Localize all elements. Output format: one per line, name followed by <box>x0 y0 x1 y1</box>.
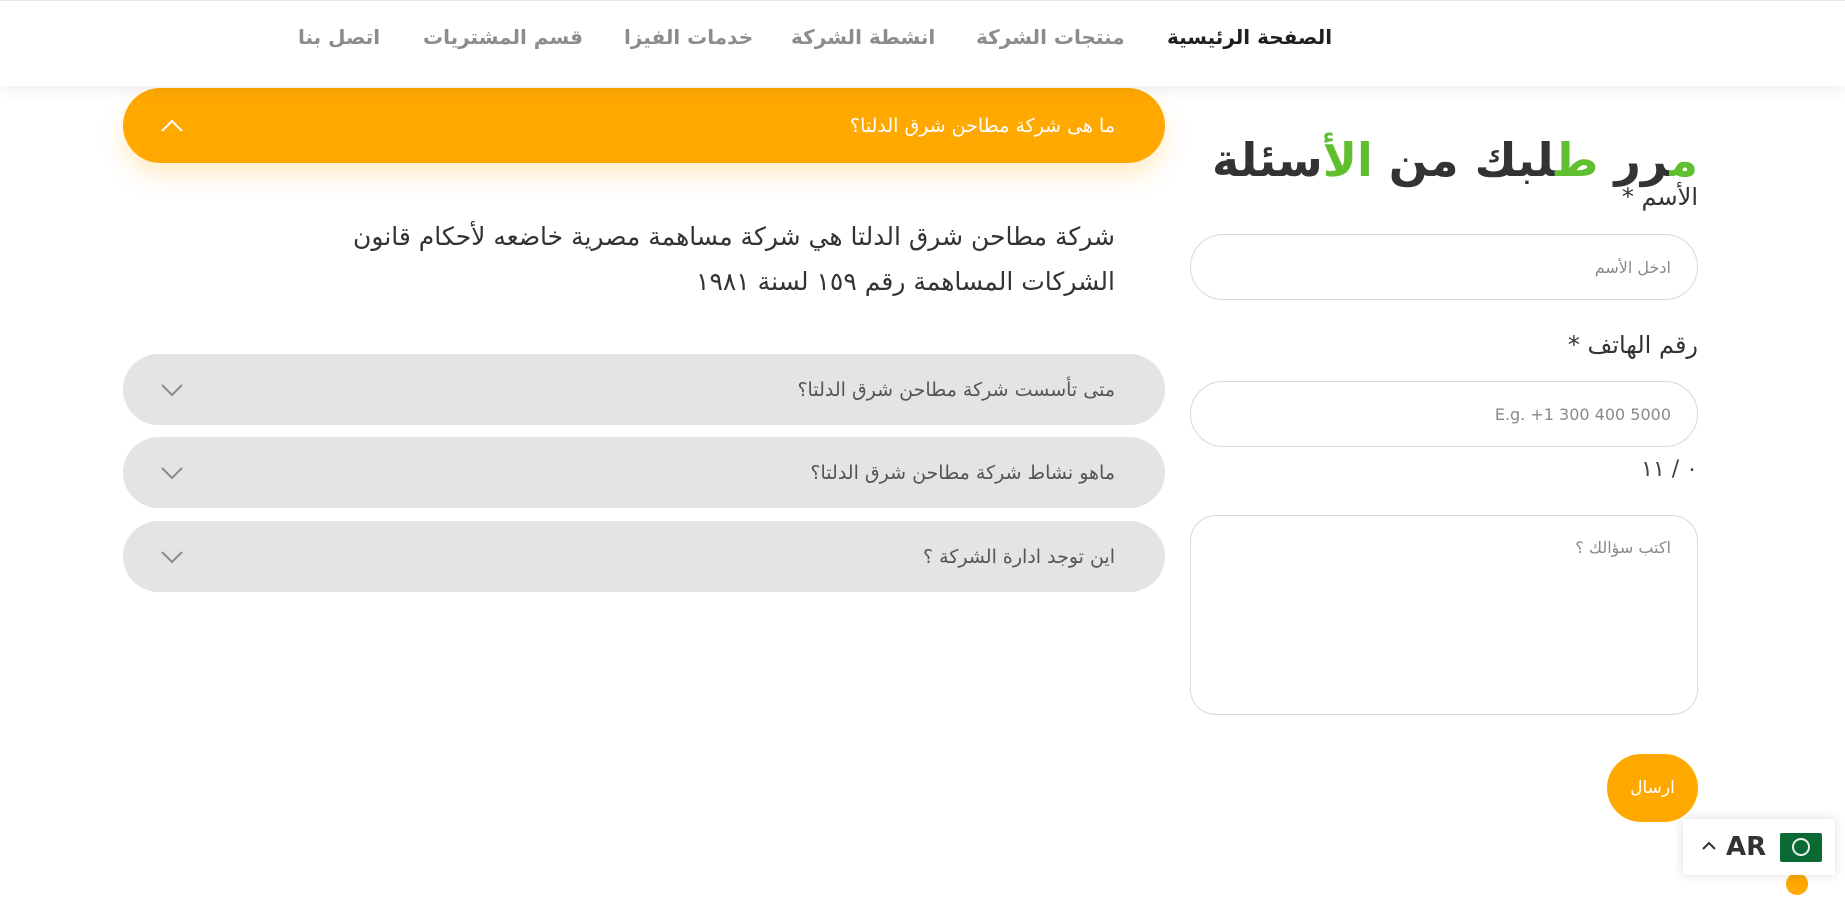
main-navigation: الصفحة الرئيسية منتجات الشركة انشطة الشر… <box>0 0 1845 86</box>
name-label: الأسم * <box>1621 183 1698 211</box>
nav-item-activities[interactable]: انشطة الشركة <box>791 25 935 49</box>
faq-item-open[interactable]: ما هى شركة مطاحن شرق الدلتا؟ <box>123 88 1165 163</box>
chevron-up-icon <box>161 119 183 132</box>
chevron-down-icon <box>161 466 183 479</box>
faq-item[interactable]: ماهو نشاط شركة مطاحن شرق الدلتا؟ <box>123 437 1165 508</box>
faq-question: ماهو نشاط شركة مطاحن شرق الدلتا؟ <box>810 461 1115 484</box>
nav-item-products[interactable]: منتجات الشركة <box>976 25 1125 49</box>
arab-league-flag-icon <box>1780 833 1822 862</box>
faq-item[interactable]: متى تأسست شركة مطاحن شرق الدلتا؟ <box>123 354 1165 425</box>
chevron-down-icon <box>161 550 183 563</box>
form-title: مرر طلبك من الأسئلة <box>1212 133 1698 188</box>
nav-item-purchases[interactable]: قسم المشتريات <box>423 25 583 49</box>
language-code: AR <box>1726 832 1767 862</box>
chevron-down-icon <box>161 383 183 396</box>
character-counter: ٠ / ١١ <box>1641 457 1698 482</box>
name-input[interactable] <box>1190 234 1698 300</box>
phone-label: رقم الهاتف * <box>1567 331 1698 359</box>
faq-question: اين توجد ادارة الشركة ؟ <box>923 545 1115 568</box>
scroll-top-indicator[interactable] <box>1786 873 1808 895</box>
faq-item[interactable]: اين توجد ادارة الشركة ؟ <box>123 521 1165 592</box>
nav-item-contact[interactable]: اتصل بنا <box>298 25 380 49</box>
phone-input[interactable] <box>1190 381 1698 447</box>
question-textarea[interactable] <box>1190 515 1698 715</box>
faq-question: ما هى شركة مطاحن شرق الدلتا؟ <box>850 114 1115 137</box>
faq-question: متى تأسست شركة مطاحن شرق الدلتا؟ <box>797 378 1115 401</box>
nav-item-home[interactable]: الصفحة الرئيسية <box>1167 25 1332 49</box>
nav-item-visa-services[interactable]: خدمات الفيزا <box>624 25 753 49</box>
chevron-up-icon <box>1702 841 1716 850</box>
language-switcher[interactable]: AR <box>1683 819 1835 875</box>
send-button[interactable]: ارسال <box>1607 754 1698 822</box>
faq-answer: شركة مطاحن شرق الدلتا هي شركة مساهمة مصر… <box>353 222 1115 296</box>
